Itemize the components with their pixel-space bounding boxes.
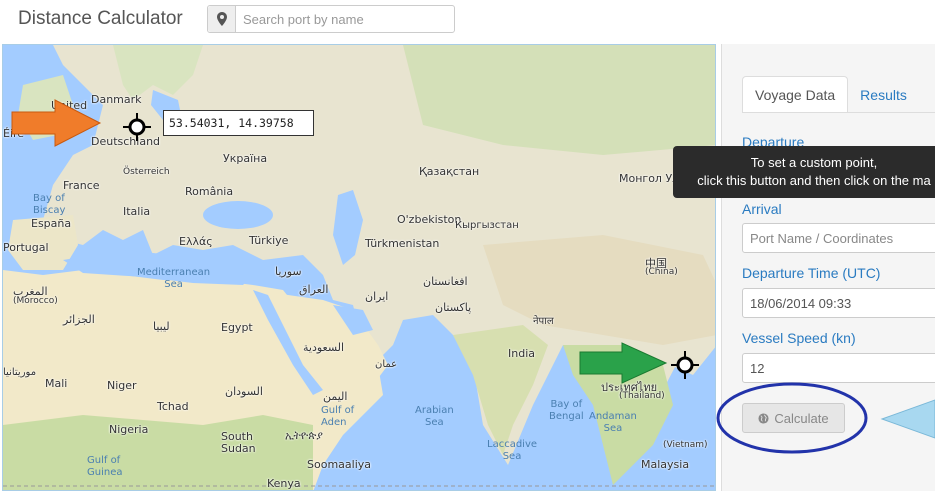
label-romania: România: [185, 185, 234, 198]
label-morocco-latin: (Morocco): [13, 296, 58, 306]
label-gulf-of-aden: Gulf of Aden: [321, 405, 355, 428]
label-ukraine: Україна: [223, 152, 268, 165]
globe-icon: [758, 412, 769, 424]
search-input[interactable]: [236, 6, 454, 32]
vessel-speed-input[interactable]: [742, 353, 935, 383]
tooltip-line-2: click this button and then click on the …: [697, 173, 931, 188]
label-somalia: Soomaaliya: [307, 458, 372, 471]
label-iran: ایران: [365, 290, 389, 303]
label-espana: España: [31, 217, 72, 230]
calculate-button[interactable]: Calculate: [742, 403, 845, 433]
voyage-panel: Voyage Data Results Departure Arrival De…: [721, 44, 935, 491]
label-ethiopia: ኢትዮጵያ: [285, 429, 323, 442]
arrival-input[interactable]: [742, 223, 935, 253]
tab-voyage-data[interactable]: Voyage Data: [742, 76, 849, 113]
label-yemen: اليمن: [323, 390, 348, 403]
tab-results[interactable]: Results: [848, 76, 919, 113]
crosshair-marker-icon[interactable]: [671, 351, 699, 379]
label-nigeria: Nigeria: [109, 423, 149, 436]
world-map[interactable]: United Éire Danmark Deutschland Україна …: [2, 44, 716, 491]
label-gulf-of-guinea: Gulf of Guinea: [87, 455, 123, 478]
label-south-sudan: South Sudan: [221, 430, 256, 455]
label-tchad: Tchad: [157, 400, 189, 413]
arrival-label: Arrival: [742, 201, 782, 217]
label-eire: Éire: [3, 127, 25, 140]
label-iraq: العراق: [299, 283, 329, 296]
label-uzbekistan: O'zbekiston: [397, 213, 462, 226]
port-search[interactable]: [207, 5, 455, 33]
label-pakistan: پاکستان: [435, 301, 472, 314]
label-arabian-sea: Arabian Sea: [415, 405, 454, 428]
label-bay-of-biscay: Bay of Biscay: [33, 193, 66, 216]
label-osterreich: Österreich: [123, 167, 170, 177]
label-kazakhstan: Қазақстан: [419, 165, 480, 178]
label-china-latin: (China): [645, 267, 678, 277]
label-bay-of-bengal: Bay of Bengal: [549, 399, 584, 422]
label-thailand-latin: (Thailand): [619, 391, 665, 401]
label-turkmenistan: Türkmenistan: [365, 237, 440, 250]
label-oman: عمان: [375, 359, 398, 370]
map-pin-icon: [208, 6, 236, 32]
label-malaysia: Malaysia: [641, 458, 690, 471]
label-afghanistan: افغانستان: [423, 275, 468, 288]
label-kenya: Kenya: [267, 477, 301, 490]
label-denmark: Danmark: [91, 93, 142, 106]
app-header: Distance Calculator: [0, 0, 935, 40]
label-algeria: الجزائر: [63, 313, 95, 326]
label-nepal: नेपाल: [533, 316, 554, 327]
label-kyrgyzstan: Кыргызстан: [455, 220, 519, 231]
label-mediterranean: Mediterranean Sea: [137, 267, 211, 290]
label-laccadive-sea: Laccadive Sea: [487, 439, 538, 462]
custom-point-tooltip: To set a custom point, click this button…: [673, 146, 935, 198]
label-mali: Mali: [45, 377, 68, 390]
label-india: India: [508, 347, 535, 360]
label-vietnam: (Vietnam): [663, 440, 708, 450]
label-sudan: السودان: [225, 385, 263, 398]
crosshair-marker-icon[interactable]: [123, 113, 151, 141]
label-portugal: Portugal: [3, 241, 49, 254]
label-saudi-arabia: السعودية: [303, 341, 345, 354]
vessel-speed-label: Vessel Speed (kn): [742, 330, 856, 346]
label-egypt: Egypt: [221, 321, 253, 334]
departure-time-input[interactable]: [742, 288, 935, 318]
label-mauritania: موريتانيا: [3, 367, 37, 378]
calculate-label: Calculate: [774, 410, 829, 426]
label-niger: Niger: [107, 379, 137, 392]
tab-divider: [742, 112, 935, 113]
label-greece: Ελλάς: [179, 235, 213, 248]
label-libya: ليبيا: [153, 320, 170, 333]
label-syria: سوريا: [275, 265, 302, 278]
label-united: United: [51, 99, 88, 112]
label-italia: Italia: [123, 205, 151, 218]
coordinates-readout: 53.54031, 14.39758: [163, 110, 314, 136]
panel-tabs: Voyage Data Results: [742, 76, 919, 113]
tooltip-line-1: To set a custom point,: [750, 155, 878, 170]
departure-time-label: Departure Time (UTC): [742, 265, 881, 281]
label-andaman-sea: Andaman Sea: [589, 411, 637, 434]
label-turkey: Türkiye: [249, 234, 289, 247]
label-france: France: [63, 179, 100, 192]
app-title: Distance Calculator: [18, 8, 183, 29]
